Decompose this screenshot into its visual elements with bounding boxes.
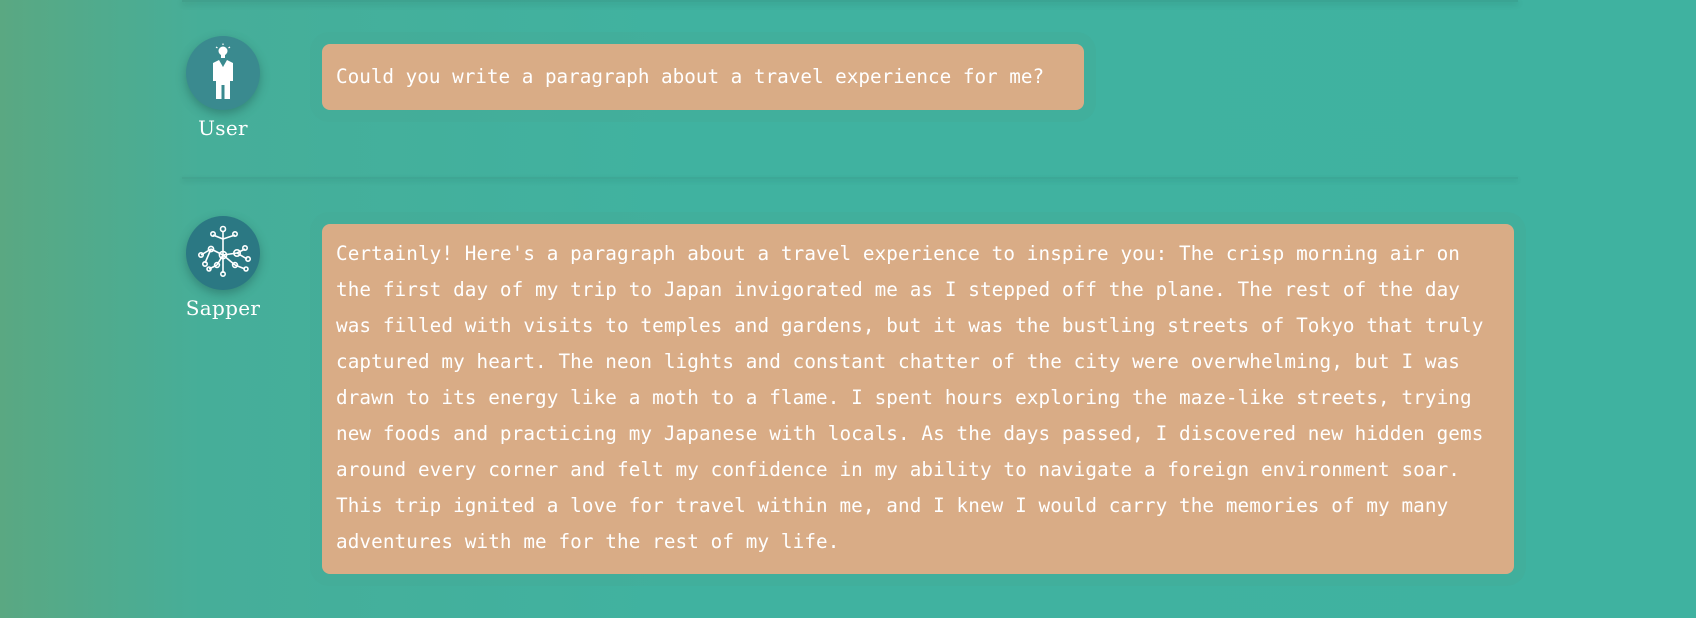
network-nodes-icon bbox=[191, 221, 255, 285]
user-avatar bbox=[186, 36, 260, 110]
assistant-avatar bbox=[186, 216, 260, 290]
user-avatar-column: User bbox=[182, 36, 264, 140]
assistant-avatar-column: Sapper bbox=[182, 216, 264, 320]
message-divider bbox=[182, 177, 1518, 179]
assistant-message-bubble: Certainly! Here's a paragraph about a tr… bbox=[322, 224, 1514, 574]
user-author-name: User bbox=[198, 116, 248, 140]
top-divider bbox=[182, 0, 1518, 2]
user-message-bubble: Could you write a paragraph about a trav… bbox=[322, 44, 1084, 110]
assistant-author-name: Sapper bbox=[185, 296, 261, 320]
user-person-icon bbox=[205, 43, 241, 103]
